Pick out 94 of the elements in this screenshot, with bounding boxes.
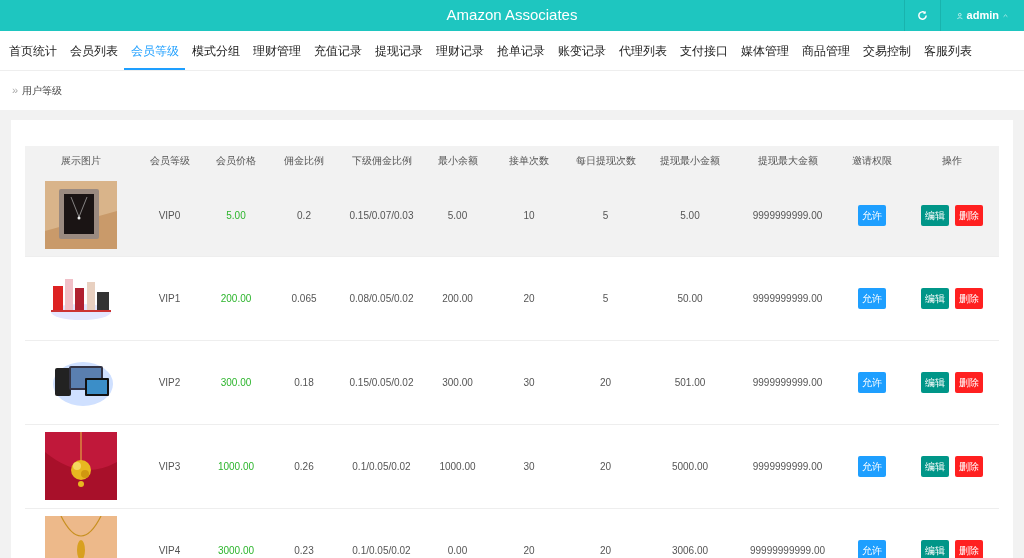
edit-button[interactable]: 编辑	[921, 455, 949, 477]
column-header: 提现最小金额	[660, 155, 720, 166]
column-header: 提现最大金额	[757, 155, 818, 166]
column-header: 邀请权限	[851, 155, 892, 166]
table-cell: 0.15/0.07/0.03	[349, 209, 414, 221]
edit-button[interactable]: 编辑	[921, 204, 949, 226]
table-cell: 20	[523, 292, 535, 304]
table-cell: 200.00	[442, 292, 473, 304]
column-header: 会员价格	[216, 155, 256, 166]
table-cell: 9999999999.00	[752, 460, 823, 472]
table-cell: 0.065	[291, 292, 317, 304]
table-cell: 300.00	[220, 376, 252, 388]
table-cell: 30	[523, 460, 535, 472]
column-header: 操作	[942, 155, 962, 166]
table-cell: 5.00	[226, 209, 246, 221]
user-icon	[957, 10, 963, 21]
column-header: 佣金比例	[284, 155, 324, 166]
nav-tab[interactable]: 支付接口	[673, 34, 734, 70]
table-cell: 30	[523, 376, 535, 388]
table-cell: 0.18	[294, 376, 314, 388]
delete-button[interactable]: 删除	[955, 455, 983, 477]
edit-button[interactable]: 编辑	[921, 539, 949, 558]
table-cell: 20	[599, 460, 612, 472]
table-cell: 9999999999.00	[752, 209, 823, 221]
delete-button[interactable]: 删除	[955, 371, 983, 393]
table-cell: 5000.00	[671, 460, 709, 472]
table-cell: 501.00	[674, 376, 706, 388]
table-cell: 0.00	[447, 544, 468, 556]
table-cell: 0.08/0.05/0.02	[349, 292, 414, 304]
delete-button[interactable]: 删除	[955, 204, 983, 226]
nav-tab[interactable]: 抢单记录	[490, 34, 551, 70]
table-cell: 0.23	[294, 544, 314, 556]
table-cell: 0.1/0.05/0.02	[352, 460, 411, 472]
nav-tab[interactable]: 代理列表	[612, 34, 673, 70]
delete-button[interactable]: 删除	[955, 539, 983, 558]
nav-tab[interactable]: 理财记录	[429, 34, 490, 70]
column-header: 每日提现次数	[575, 155, 636, 166]
allow-button[interactable]: 允许	[857, 539, 886, 558]
nav-tab[interactable]: 会员列表	[63, 34, 124, 70]
table-cell: VIP1	[158, 292, 181, 304]
allow-button[interactable]: 允许	[857, 287, 886, 309]
table-cell: 0.15/0.05/0.02	[349, 376, 414, 388]
table-cell: 0.2	[297, 209, 311, 221]
nav-tab[interactable]: 充值记录	[307, 34, 368, 70]
table-cell: VIP3	[158, 460, 181, 472]
nav-tab[interactable]: 模式分组	[185, 34, 246, 70]
nav-tab[interactable]: 提现记录	[368, 34, 429, 70]
column-header: 下级佣金比例	[351, 155, 412, 166]
nav-tab[interactable]: 媒体管理	[734, 34, 795, 70]
column-header: 会员等级	[149, 155, 190, 166]
table-cell: 0.1/0.05/0.02	[352, 544, 411, 556]
table-cell: 5	[602, 209, 609, 221]
breadcrumb-separator-icon: »	[12, 82, 19, 99]
table-cell: 50.00	[677, 292, 703, 304]
edit-button[interactable]: 编辑	[921, 371, 949, 393]
table-cell: 20	[599, 544, 612, 556]
table-cell: 300.00	[442, 376, 473, 388]
nav-tab[interactable]: 交易控制	[856, 34, 917, 70]
nav-tab[interactable]: 会员等级	[124, 34, 185, 70]
table-cell: 1000.00	[439, 460, 476, 472]
nav-tab[interactable]: 商品管理	[795, 34, 856, 70]
allow-button[interactable]: 允许	[857, 204, 886, 226]
column-header: 接单次数	[509, 155, 549, 166]
delete-button[interactable]: 删除	[955, 287, 983, 309]
table-cell: 5	[602, 292, 609, 304]
table-cell: 9999999999.00	[752, 292, 823, 304]
table-cell: 0.26	[294, 460, 314, 472]
table-cell: VIP4	[158, 544, 181, 556]
table-cell: VIP2	[158, 376, 181, 388]
column-header: 最小余额	[437, 155, 478, 166]
table-cell: 3006.00	[671, 544, 709, 556]
nav-tab[interactable]: 账变记录	[551, 34, 612, 70]
table-cell: 20	[523, 544, 535, 556]
refresh-icon	[917, 10, 928, 21]
nav-tab[interactable]: 首页统计	[2, 34, 63, 70]
table-cell: 3000.00	[217, 544, 255, 556]
caret-icon	[1003, 13, 1008, 18]
table-cell: 5.00	[447, 209, 468, 221]
edit-button[interactable]: 编辑	[921, 287, 949, 309]
table-cell: 10	[523, 209, 535, 221]
nav-tab[interactable]: 理财管理	[246, 34, 307, 70]
table-cell: 200.00	[220, 292, 252, 304]
allow-button[interactable]: 允许	[857, 455, 886, 477]
app-title: Amazon Associates	[446, 5, 578, 26]
table-cell: 9999999999.00	[752, 376, 823, 388]
nav-tab[interactable]: 客服列表	[917, 34, 978, 70]
table-cell: 99999999999.00	[749, 544, 826, 556]
breadcrumb: 用户等级	[22, 84, 63, 98]
table-cell: 1000.00	[217, 460, 255, 472]
table-cell: VIP0	[158, 209, 181, 221]
column-header: 展示图片	[61, 155, 101, 166]
table-cell: 5.00	[680, 209, 700, 221]
table-cell: 20	[599, 376, 612, 388]
allow-button[interactable]: 允许	[857, 371, 886, 393]
